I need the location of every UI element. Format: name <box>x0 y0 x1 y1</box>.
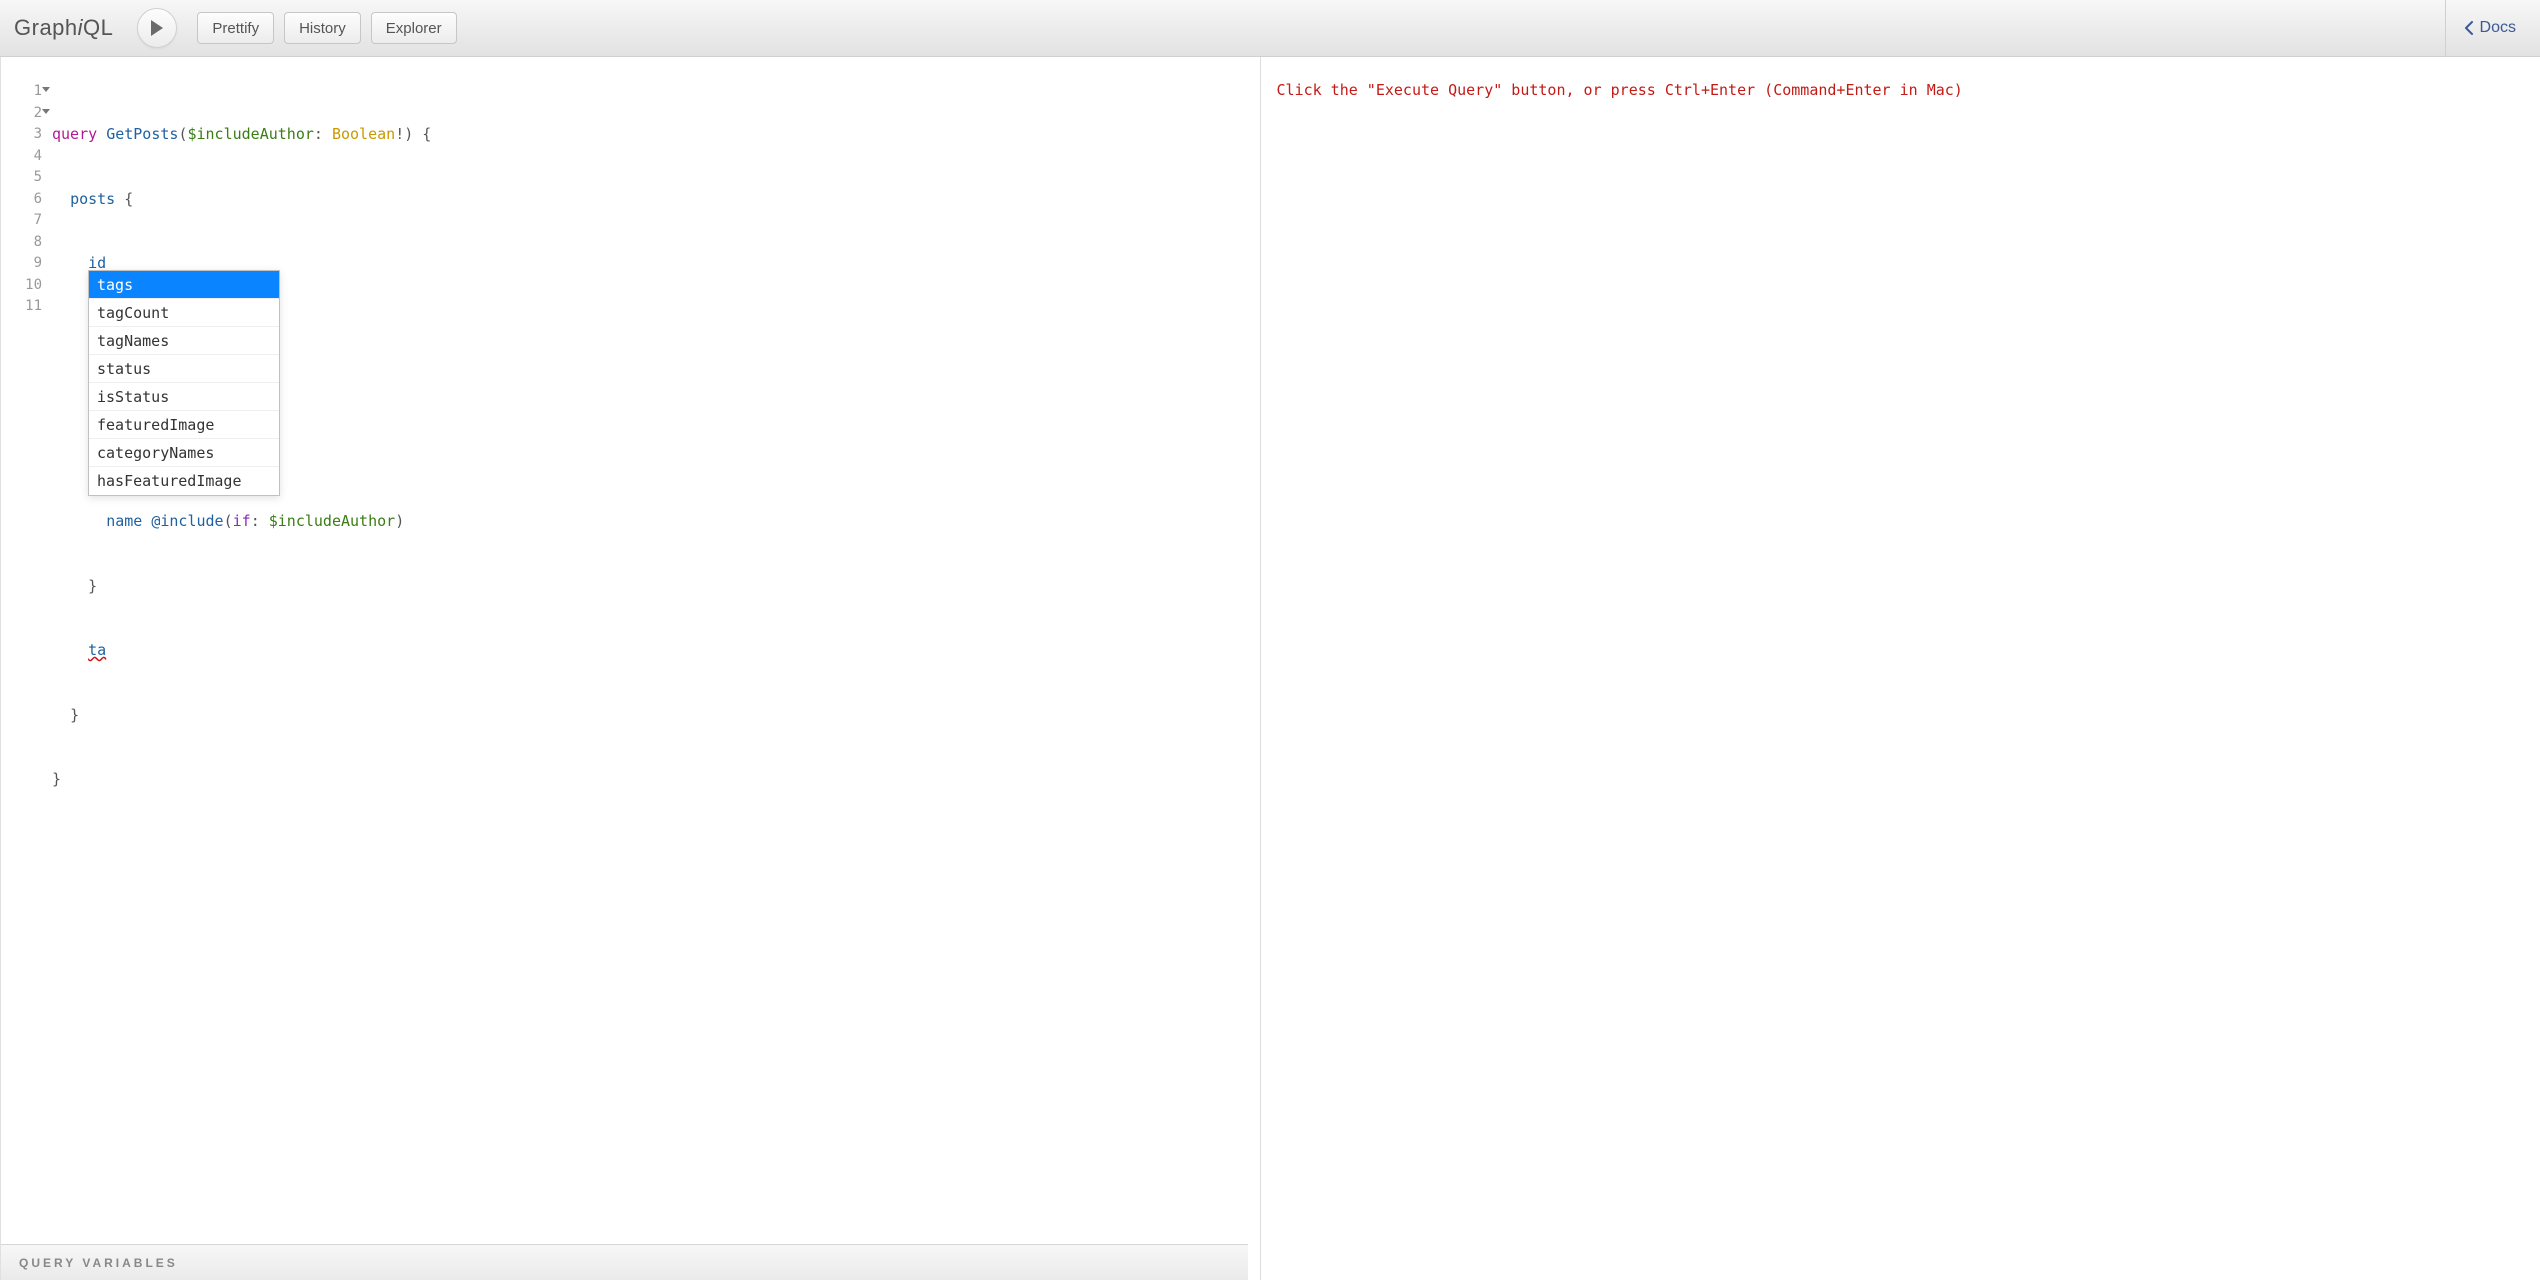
autocomplete-item[interactable]: featuredImage <box>89 411 279 439</box>
query-editor[interactable]: 1234567891011 query GetPosts($includeAut… <box>0 57 1248 1244</box>
result-placeholder: Click the "Execute Query" button, or pre… <box>1277 81 2525 99</box>
play-icon <box>150 20 164 36</box>
docs-toggle[interactable]: Docs <box>2464 19 2526 37</box>
query-pane: 1234567891011 query GetPosts($includeAut… <box>0 57 1248 1280</box>
token-variable: $includeAuthor <box>187 125 313 143</box>
autocomplete-item[interactable]: hasFeaturedImage <box>89 467 279 495</box>
autocomplete-item[interactable]: tagNames <box>89 327 279 355</box>
explorer-button[interactable]: Explorer <box>371 12 457 44</box>
line-number: 9 <box>1 253 42 275</box>
token-arg: if <box>233 512 251 530</box>
line-number: 2 <box>1 103 42 125</box>
token-partial-error: ta <box>88 641 106 659</box>
token-brace: } <box>52 770 61 788</box>
topbar-divider <box>2445 0 2446 57</box>
token-keyword: query <box>52 125 97 143</box>
autocomplete-item[interactable]: tags <box>89 271 279 299</box>
autocomplete-popup[interactable]: tagstagCounttagNamesstatusisStatusfeatur… <box>88 270 280 496</box>
execute-button[interactable] <box>137 8 177 48</box>
token-brace: { <box>422 125 431 143</box>
query-variables-bar[interactable]: QUERY VARIABLES <box>0 1244 1248 1280</box>
line-number: 1 <box>1 81 42 103</box>
prettify-button[interactable]: Prettify <box>197 12 274 44</box>
token-field: posts <box>70 190 115 208</box>
line-gutter: 1234567891011 <box>1 57 46 1244</box>
token-brace: } <box>88 577 97 595</box>
autocomplete-item[interactable]: isStatus <box>89 383 279 411</box>
autocomplete-item[interactable]: status <box>89 355 279 383</box>
token-bang: ! <box>395 125 404 143</box>
history-button[interactable]: History <box>284 12 361 44</box>
chevron-left-icon <box>2464 21 2474 35</box>
line-number: 10 <box>1 275 42 297</box>
autocomplete-item[interactable]: tagCount <box>89 299 279 327</box>
query-variables-label: QUERY VARIABLES <box>19 1256 178 1270</box>
token-brace: } <box>70 706 79 724</box>
line-number: 7 <box>1 210 42 232</box>
result-pane: Click the "Execute Query" button, or pre… <box>1260 57 2540 1280</box>
line-number: 11 <box>1 296 42 318</box>
line-number: 5 <box>1 167 42 189</box>
docs-label: Docs <box>2480 19 2516 37</box>
workspace: 1234567891011 query GetPosts($includeAut… <box>0 57 2540 1280</box>
logo-text-suffix: QL <box>83 15 113 40</box>
code-content[interactable]: query GetPosts($includeAuthor: Boolean!)… <box>46 57 1248 1244</box>
token-directive: @include <box>151 512 223 530</box>
line-number: 3 <box>1 124 42 146</box>
autocomplete-item[interactable]: categoryNames <box>89 439 279 467</box>
token-type: Boolean <box>332 125 395 143</box>
line-number: 8 <box>1 232 42 254</box>
app-logo: GraphiQL <box>14 15 113 41</box>
token-brace: { <box>124 190 133 208</box>
line-number: 6 <box>1 189 42 211</box>
split-handle[interactable] <box>1248 57 1260 1280</box>
token-opname: GetPosts <box>106 125 178 143</box>
token-variable: $includeAuthor <box>269 512 395 530</box>
line-number: 4 <box>1 146 42 168</box>
logo-text-prefix: Graph <box>14 15 78 40</box>
token-field: name <box>106 512 142 530</box>
topbar: GraphiQL Prettify History Explorer Docs <box>0 0 2540 57</box>
